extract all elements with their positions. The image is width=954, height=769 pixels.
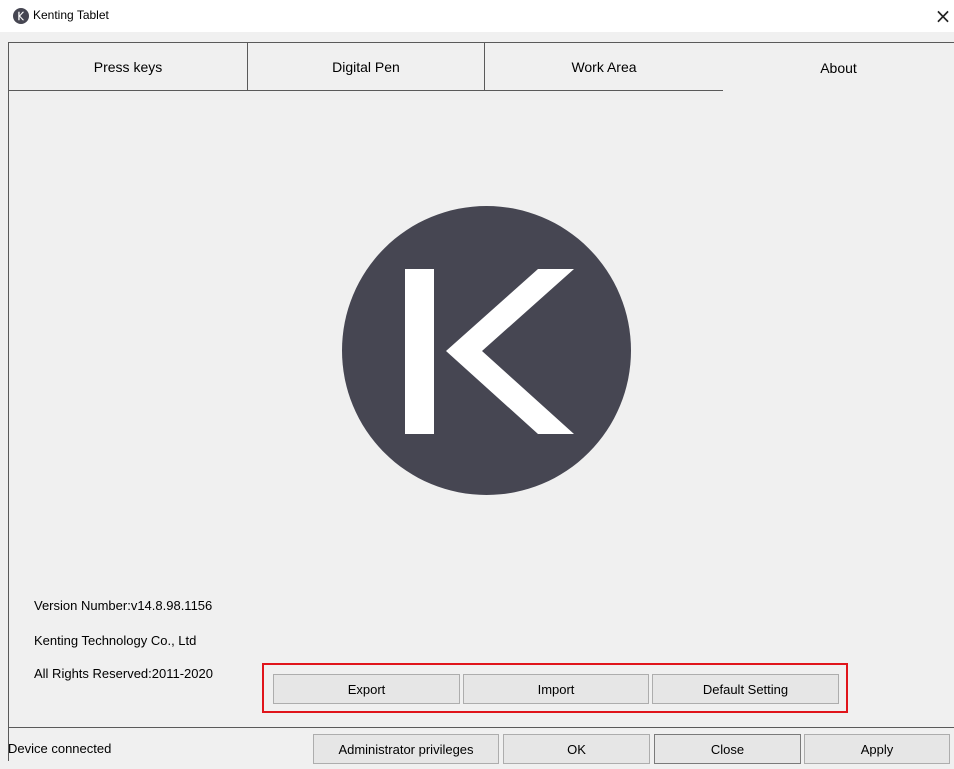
tab-label: Press keys — [93, 58, 163, 75]
kenting-logo — [342, 206, 631, 495]
export-button[interactable]: Export — [273, 674, 460, 704]
ok-button[interactable]: OK — [503, 734, 650, 764]
tab-label: Digital Pen — [332, 58, 400, 75]
version-number: Version Number:v14.8.98.1156 — [34, 598, 213, 613]
tab-digital-pen[interactable]: Digital Pen — [247, 42, 485, 91]
kenting-logo-icon — [13, 8, 29, 24]
window-title: Kenting Tablet — [33, 8, 109, 22]
title-bar: Kenting Tablet × — [0, 0, 954, 32]
tab-press-keys[interactable]: Press keys — [8, 42, 248, 91]
tab-bar: Press keys Digital Pen Work Area About — [8, 42, 954, 92]
apply-button[interactable]: Apply — [804, 734, 950, 764]
default-setting-button[interactable]: Default Setting — [652, 674, 839, 704]
tab-work-area[interactable]: Work Area — [484, 42, 724, 91]
panel-left-border — [8, 91, 9, 761]
import-button[interactable]: Import — [463, 674, 649, 704]
company-name: Kenting Technology Co., Ltd — [34, 633, 197, 648]
tab-label: Work Area — [571, 58, 637, 75]
footer-divider — [8, 727, 954, 728]
window-close-button[interactable]: × — [933, 5, 953, 27]
close-button[interactable]: Close — [654, 734, 801, 764]
copyright-text: All Rights Reserved:2011-2020 — [34, 666, 213, 681]
tab-label: About — [820, 59, 857, 76]
status-text: Device connected — [8, 741, 112, 756]
administrator-privileges-button[interactable]: Administrator privileges — [313, 734, 499, 764]
tab-about[interactable]: About — [723, 42, 954, 92]
